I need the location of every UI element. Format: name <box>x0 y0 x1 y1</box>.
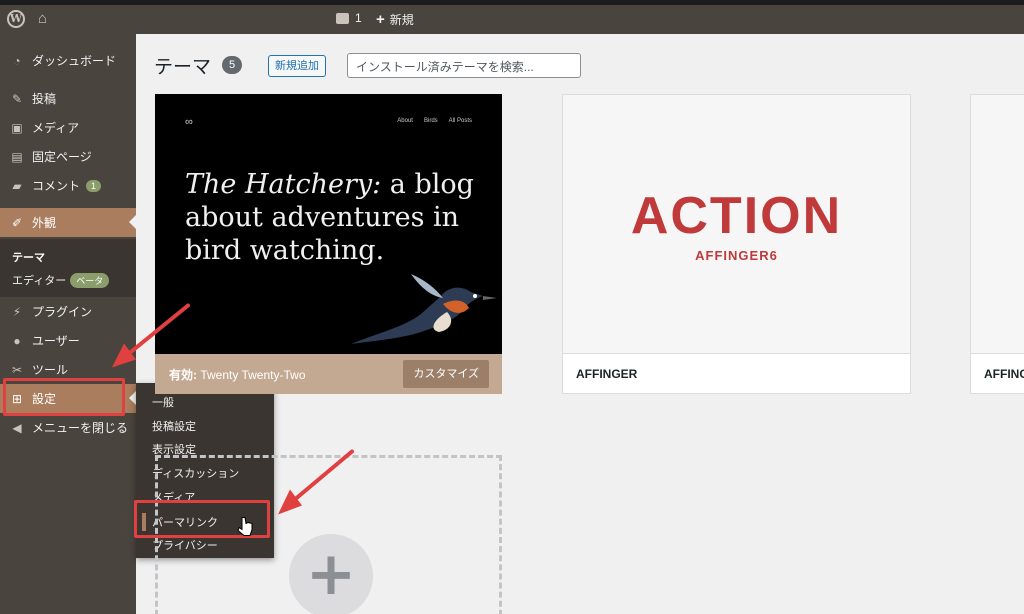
sidebar-item-label: 固定ページ <box>32 150 92 164</box>
sidebar-item-label: メディア <box>32 121 80 135</box>
theme-search-input[interactable]: インストール済みテーマを検索... <box>347 53 581 78</box>
sidebar-item-collapse[interactable]: ◀ メニューを閉じる <box>0 413 136 442</box>
sidebar-item-pages[interactable]: ▤ 固定ページ <box>0 142 136 171</box>
media-icon: ▣ <box>11 120 23 135</box>
active-label: 有効: <box>169 367 197 382</box>
wrench-icon: ✂ <box>11 362 23 377</box>
appearance-submenu: テーマ エディター ベータ <box>0 239 136 297</box>
sidebar-item-dashboard[interactable]: ◔ ダッシュボード <box>0 46 136 75</box>
hero-italic: The Hatchery: <box>185 169 382 200</box>
preview-nav: About Birds All Posts <box>397 118 472 124</box>
theme-name: AFFINGER <box>563 353 910 394</box>
admin-sidebar: ◔ ダッシュボード ✎ 投稿 ▣ メディア ▤ 固定ページ ▰ コメント 1 ✐… <box>0 34 136 614</box>
sidebar-item-label: 外観 <box>32 216 57 230</box>
theme-card-affinger[interactable]: ACTION AFFINGER6 AFFINGER <box>562 94 911 394</box>
customize-button[interactable]: カスタマイズ <box>403 360 489 388</box>
sidebar-item-label: ユーザー <box>32 334 80 348</box>
sidebar-item-label: プラグイン <box>32 305 93 319</box>
theme-screenshot: ACTION AFFINGER6 <box>563 95 910 353</box>
brush-icon: ✐ <box>11 215 23 230</box>
sidebar-item-plugins[interactable]: ⚡ プラグイン <box>0 297 136 326</box>
sidebar-item-label: ダッシュボード <box>32 54 117 68</box>
preview-hero-text: The Hatchery: a blog about adventures in… <box>185 168 475 267</box>
sidebar-item-appearance[interactable]: ✐ 外観 <box>0 208 136 237</box>
preview-nav-item: All Posts <box>448 118 472 124</box>
comment-count: 1 <box>355 11 362 25</box>
plugin-icon: ⚡ <box>12 304 22 319</box>
sidebar-item-comments[interactable]: ▰ コメント 1 <box>0 171 136 200</box>
comment-badge: 1 <box>86 179 102 192</box>
submenu-editor-label: エディター <box>12 275 67 287</box>
wordpress-logo-icon[interactable]: W <box>7 10 25 28</box>
admin-bar-comments[interactable]: 1 <box>336 11 362 25</box>
plus-icon: + <box>376 10 385 28</box>
sidebar-item-label: 投稿 <box>32 92 57 106</box>
admin-bar-new[interactable]: + 新規 <box>376 11 414 28</box>
comment-icon: ▰ <box>12 178 22 193</box>
plus-icon: + <box>289 534 373 614</box>
sidebar-item-users[interactable]: ● ユーザー <box>0 326 136 355</box>
bird-illustration-icon <box>351 274 497 344</box>
pin-icon: ✎ <box>11 91 23 106</box>
theme-name: Twenty Twenty-Two <box>200 367 306 382</box>
add-new-theme-button[interactable]: 新規追加 <box>268 55 326 77</box>
active-theme-footer: 有効: Twenty Twenty-Two カスタマイズ <box>155 354 502 394</box>
preview-nav-item: About <box>397 118 413 124</box>
settings-highlight-box <box>3 378 125 416</box>
theme-card-twenty-twenty-two[interactable]: ∞ About Birds All Posts The Hatchery: a … <box>155 94 502 394</box>
site-logo-icon: ∞ <box>185 116 193 128</box>
user-icon: ● <box>13 333 21 348</box>
affinger6-logo: AFFINGER6 <box>695 247 778 263</box>
sidebar-item-posts[interactable]: ✎ 投稿 <box>0 84 136 113</box>
theme-count-badge: 5 <box>222 56 242 74</box>
submenu-themes[interactable]: テーマ <box>12 249 45 265</box>
theme-screenshot <box>971 95 1024 353</box>
submenu-editor[interactable]: エディター ベータ <box>12 272 110 288</box>
permalink-highlight-box <box>134 500 270 538</box>
theme-card-affinger-child[interactable]: AFFINGER Child <box>970 94 1024 394</box>
page-icon: ▤ <box>11 149 23 164</box>
sidebar-item-label: コメント <box>32 179 81 193</box>
preview-nav-item: Birds <box>423 118 438 124</box>
sidebar-item-media[interactable]: ▣ メディア <box>0 113 136 142</box>
new-label: 新規 <box>389 13 414 27</box>
home-icon[interactable]: ⌂ <box>38 10 47 27</box>
admin-bar: W ⌂ 1 + 新規 <box>0 5 1024 34</box>
beta-badge: ベータ <box>70 273 110 288</box>
action-logo: ACTION <box>630 186 843 245</box>
wp-admin-window: W ⌂ 1 + 新規 ◔ ダッシュボード ✎ 投稿 ▣ メディア ▤ 固定ページ… <box>0 5 1024 614</box>
collapse-icon: ◀ <box>12 420 22 435</box>
comment-bubble-icon <box>336 12 349 24</box>
dashboard-icon: ◔ <box>13 53 21 68</box>
sidebar-item-label: メニューを閉じる <box>32 421 129 435</box>
active-theme-name: 有効: Twenty Twenty-Two <box>169 366 306 383</box>
sidebar-item-label: ツール <box>32 363 69 377</box>
page-title: テーマ <box>154 57 212 78</box>
theme-name: AFFINGER Child <box>971 353 1024 394</box>
